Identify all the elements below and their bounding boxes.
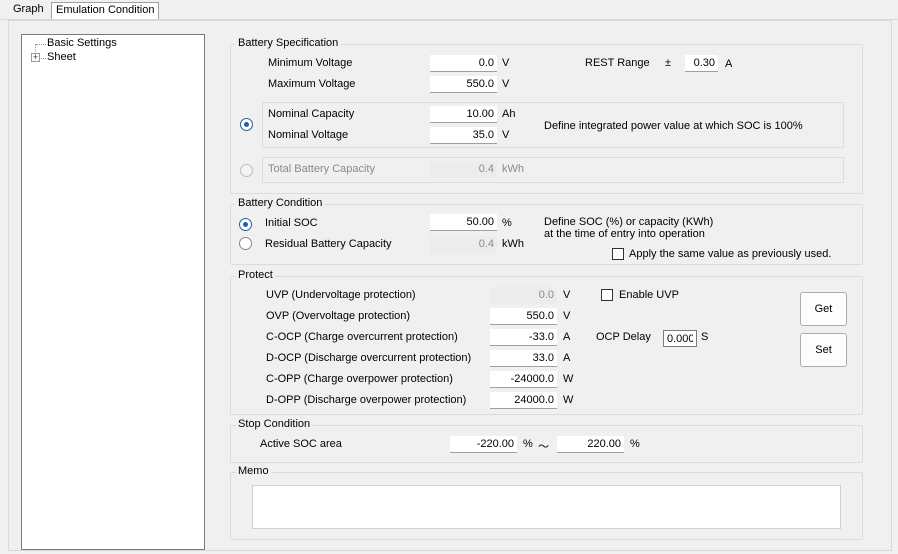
- tab-graph[interactable]: Graph: [9, 2, 48, 19]
- residual-capacity-radio[interactable]: [239, 237, 252, 250]
- set-button[interactable]: Set: [800, 333, 847, 367]
- ocp-delay-unit: S: [701, 331, 709, 343]
- get-button[interactable]: Get: [800, 292, 847, 326]
- soc-min-input[interactable]: [450, 436, 517, 453]
- docp-label: D-OCP (Discharge overcurrent protection): [266, 352, 472, 364]
- copp-label: C-OPP (Charge overpower protection): [266, 373, 453, 385]
- soc-define-note-line2: at the time of entry into operation: [544, 228, 705, 240]
- initial-soc-unit: %: [502, 217, 512, 229]
- define-soc-note: Define integrated power value at which S…: [544, 120, 803, 132]
- max-voltage-unit: V: [502, 78, 510, 90]
- dopp-input[interactable]: [490, 392, 557, 409]
- total-capacity-label: Total Battery Capacity: [268, 163, 375, 175]
- nominal-capacity-radio[interactable]: [240, 118, 253, 131]
- min-voltage-input[interactable]: [430, 55, 497, 72]
- dopp-label: D-OPP (Discharge overpower protection): [266, 394, 467, 406]
- memo-title: Memo: [236, 465, 271, 477]
- initial-soc-label: Initial SOC: [265, 217, 318, 229]
- battery-spec-title: Battery Specification: [236, 37, 341, 49]
- nominal-voltage-label: Nominal Voltage: [268, 129, 349, 141]
- enable-uvp-checkbox[interactable]: [601, 289, 613, 301]
- nominal-capacity-unit: Ah: [502, 108, 516, 120]
- residual-capacity-input[interactable]: [430, 236, 497, 253]
- residual-capacity-unit: kWh: [502, 238, 524, 250]
- active-soc-label: Active SOC area: [260, 438, 342, 450]
- copp-unit: W: [563, 373, 574, 385]
- ovp-unit: V: [563, 310, 571, 322]
- ovp-label: OVP (Overvoltage protection): [266, 310, 411, 322]
- cocp-unit: A: [563, 331, 571, 343]
- soc-define-note-line1: Define SOC (%) or capacity (KWh): [544, 216, 714, 228]
- soc-max-input[interactable]: [557, 436, 624, 453]
- max-voltage-label: Maximum Voltage: [268, 78, 356, 90]
- residual-capacity-label: Residual Battery Capacity: [265, 238, 392, 250]
- docp-input[interactable]: [490, 350, 557, 367]
- tree-connector: [41, 58, 46, 59]
- rest-range-label: REST Range: [585, 57, 650, 69]
- nominal-voltage-input[interactable]: [430, 127, 497, 144]
- memo-textarea[interactable]: [252, 485, 841, 529]
- min-voltage-unit: V: [502, 57, 510, 69]
- soc-max-unit: %: [630, 438, 640, 450]
- copp-input[interactable]: [490, 371, 557, 388]
- dopp-unit: W: [563, 394, 574, 406]
- uvp-unit: V: [563, 289, 571, 301]
- initial-soc-input[interactable]: [430, 214, 497, 231]
- ovp-input[interactable]: [490, 308, 557, 325]
- plus-minus-symbol: ±: [665, 57, 672, 69]
- cocp-label: C-OCP (Charge overcurrent protection): [266, 331, 458, 343]
- initial-soc-radio[interactable]: [239, 218, 252, 231]
- total-capacity-input[interactable]: [430, 161, 497, 178]
- tab-emulation-condition[interactable]: Emulation Condition: [51, 2, 160, 19]
- ocp-delay-input[interactable]: [663, 330, 697, 347]
- cocp-input[interactable]: [490, 329, 557, 346]
- rest-range-unit: A: [725, 58, 733, 70]
- range-tilde: ～: [538, 441, 549, 453]
- nominal-voltage-unit: V: [502, 129, 510, 141]
- uvp-label: UVP (Undervoltage protection): [266, 289, 416, 301]
- battery-condition-title: Battery Condition: [236, 197, 325, 209]
- expand-plus-icon[interactable]: +: [31, 53, 40, 62]
- apply-same-label: Apply the same value as previously used.: [629, 248, 832, 260]
- apply-same-checkbox[interactable]: [612, 248, 624, 260]
- total-capacity-unit: kWh: [502, 163, 524, 175]
- soc-min-unit: %: [523, 438, 533, 450]
- settings-tree[interactable]: Basic Settings + Sheet: [21, 34, 205, 550]
- enable-uvp-label: Enable UVP: [619, 289, 679, 301]
- protect-title: Protect: [236, 269, 275, 281]
- stop-condition-title: Stop Condition: [236, 418, 313, 430]
- tree-item-basic-settings[interactable]: Basic Settings: [47, 37, 117, 49]
- max-voltage-input[interactable]: [430, 76, 497, 93]
- tree-connector: [36, 44, 46, 45]
- rest-range-input[interactable]: [685, 55, 718, 72]
- tree-item-sheet[interactable]: Sheet: [47, 51, 76, 63]
- docp-unit: A: [563, 352, 571, 364]
- uvp-input[interactable]: [490, 287, 557, 304]
- ocp-delay-label: OCP Delay: [596, 331, 651, 343]
- nominal-capacity-label: Nominal Capacity: [268, 108, 355, 120]
- total-capacity-radio[interactable]: [240, 164, 253, 177]
- min-voltage-label: Minimum Voltage: [268, 57, 353, 69]
- nominal-capacity-input[interactable]: [430, 106, 497, 123]
